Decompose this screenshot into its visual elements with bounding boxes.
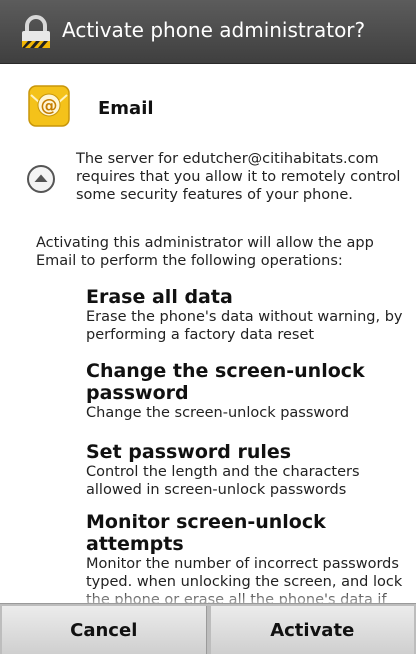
- permissions-intro: Activating this administrator will allow…: [36, 235, 374, 269]
- email-app-icon: @: [28, 85, 70, 127]
- permission-desc: Control the length and the characters al…: [86, 464, 360, 498]
- permission-desc: Erase the phone's data without warning, …: [86, 309, 403, 343]
- dialog-button-bar: Cancel Activate: [0, 603, 416, 654]
- dialog-titlebar: Activate phone administrator?: [0, 0, 416, 64]
- permission-title: Change the screen-unlock password: [86, 360, 365, 404]
- server-note: The server for edutcher@citihabitats.com…: [76, 151, 401, 203]
- permission-desc: Change the screen-unlock password: [86, 405, 350, 421]
- svg-text:@: @: [41, 96, 58, 116]
- scroll-fade: [0, 589, 416, 603]
- dialog-content[interactable]: @ Email The server for edutcher@citihabi…: [0, 64, 416, 603]
- dialog-title: Activate phone administrator?: [62, 18, 366, 42]
- collapse-arrow-icon[interactable]: [25, 163, 57, 195]
- app-name: Email: [98, 98, 154, 119]
- lock-icon: [22, 15, 50, 48]
- permission-erase-all-data: Erase all data Erase the phone's data wi…: [86, 286, 406, 344]
- permission-title: Erase all data: [86, 286, 233, 308]
- activate-button[interactable]: Activate: [210, 606, 414, 654]
- cancel-button[interactable]: Cancel: [2, 606, 207, 654]
- permission-title: Set password rules: [86, 441, 292, 463]
- permission-title: Monitor screen-unlock attempts: [86, 511, 326, 555]
- permission-password-rules: Set password rules Control the length an…: [86, 441, 406, 499]
- permission-change-password: Change the screen-unlock password Change…: [86, 360, 406, 422]
